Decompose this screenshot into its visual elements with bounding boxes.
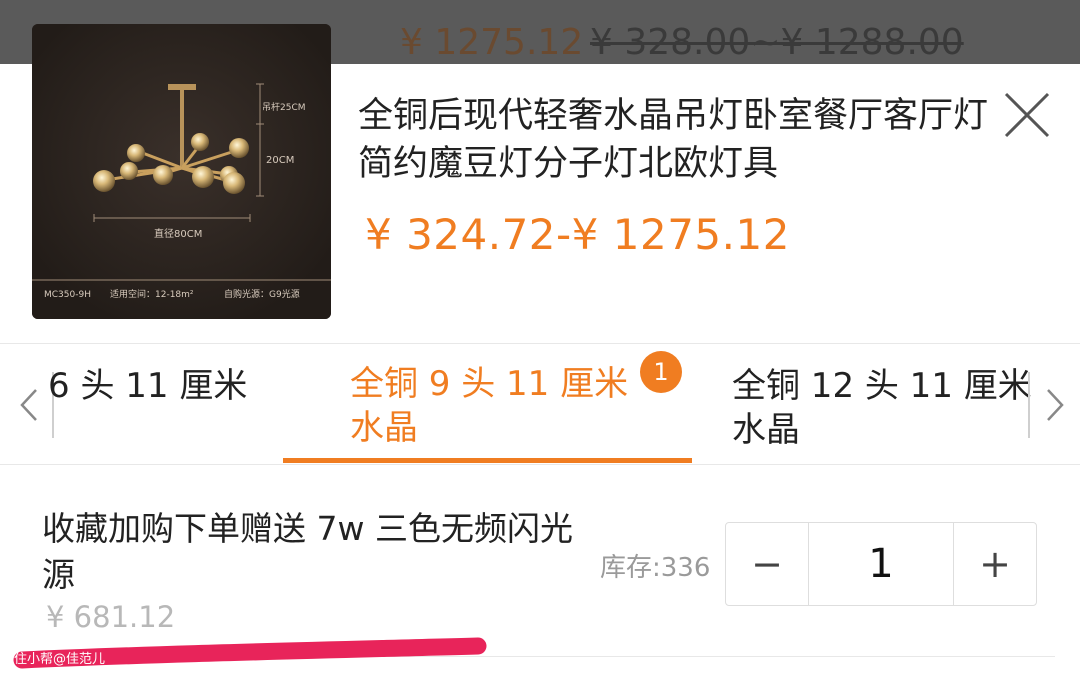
rod-length-label: 吊杆25CM [262,101,306,113]
chevron-left-icon[interactable] [12,380,48,430]
chandelier-illustration: 吊杆25CM 20CM 直径80CM MC350-9H 适用空间：12-18m²… [32,24,331,319]
chevron-right-icon[interactable] [1036,380,1072,430]
watermark: 住小帮@佳范儿 [14,652,106,667]
selected-price: ¥ 681.12 [46,600,176,634]
close-icon[interactable] [1000,88,1054,142]
height-label: 20CM [266,155,294,166]
quantity-value[interactable]: 1 [808,523,954,605]
light-source-label: 自购光源：G9光源 [224,288,300,300]
tab-separator [1028,372,1030,438]
increase-button[interactable]: + [954,523,1036,605]
product-image[interactable]: 吊杆25CM 20CM 直径80CM MC350-9H 适用空间：12-18m²… [32,24,331,319]
divider [0,343,1080,344]
product-title: 全铜后现代轻奢水晶吊灯卧室餐厅客厅灯简约魔豆灯分子灯北欧灯具 [358,96,989,184]
stock-count: 库存:336 [600,553,711,583]
spec-option-selected[interactable]: 全铜 9 头 11 厘米水晶 [350,362,660,450]
model-label: MC350-9H [44,290,91,300]
product-price-range: ¥ 324.72-¥ 1275.12 [365,210,790,259]
spec-option-prev[interactable]: 6 头 11 厘米 [48,364,248,408]
space-label: 适用空间：12-18m² [110,288,194,300]
background-price: ¥ 1275.12 [400,22,584,63]
selected-tab-indicator [283,458,692,463]
spec-option-next[interactable]: 全铜 12 头 11 厘米水晶 [732,364,1032,452]
selected-count-badge: 1 [640,351,682,393]
quantity-stepper: − 1 + [725,522,1037,606]
promo-text: 收藏加购下单赠送 7w 三色无频闪光源 [42,509,573,594]
diameter-label: 直径80CM [154,227,202,240]
decrease-button[interactable]: − [726,523,808,605]
divider [0,464,1080,465]
background-original-price: ¥ 328.00~¥ 1288.00 [590,22,964,63]
